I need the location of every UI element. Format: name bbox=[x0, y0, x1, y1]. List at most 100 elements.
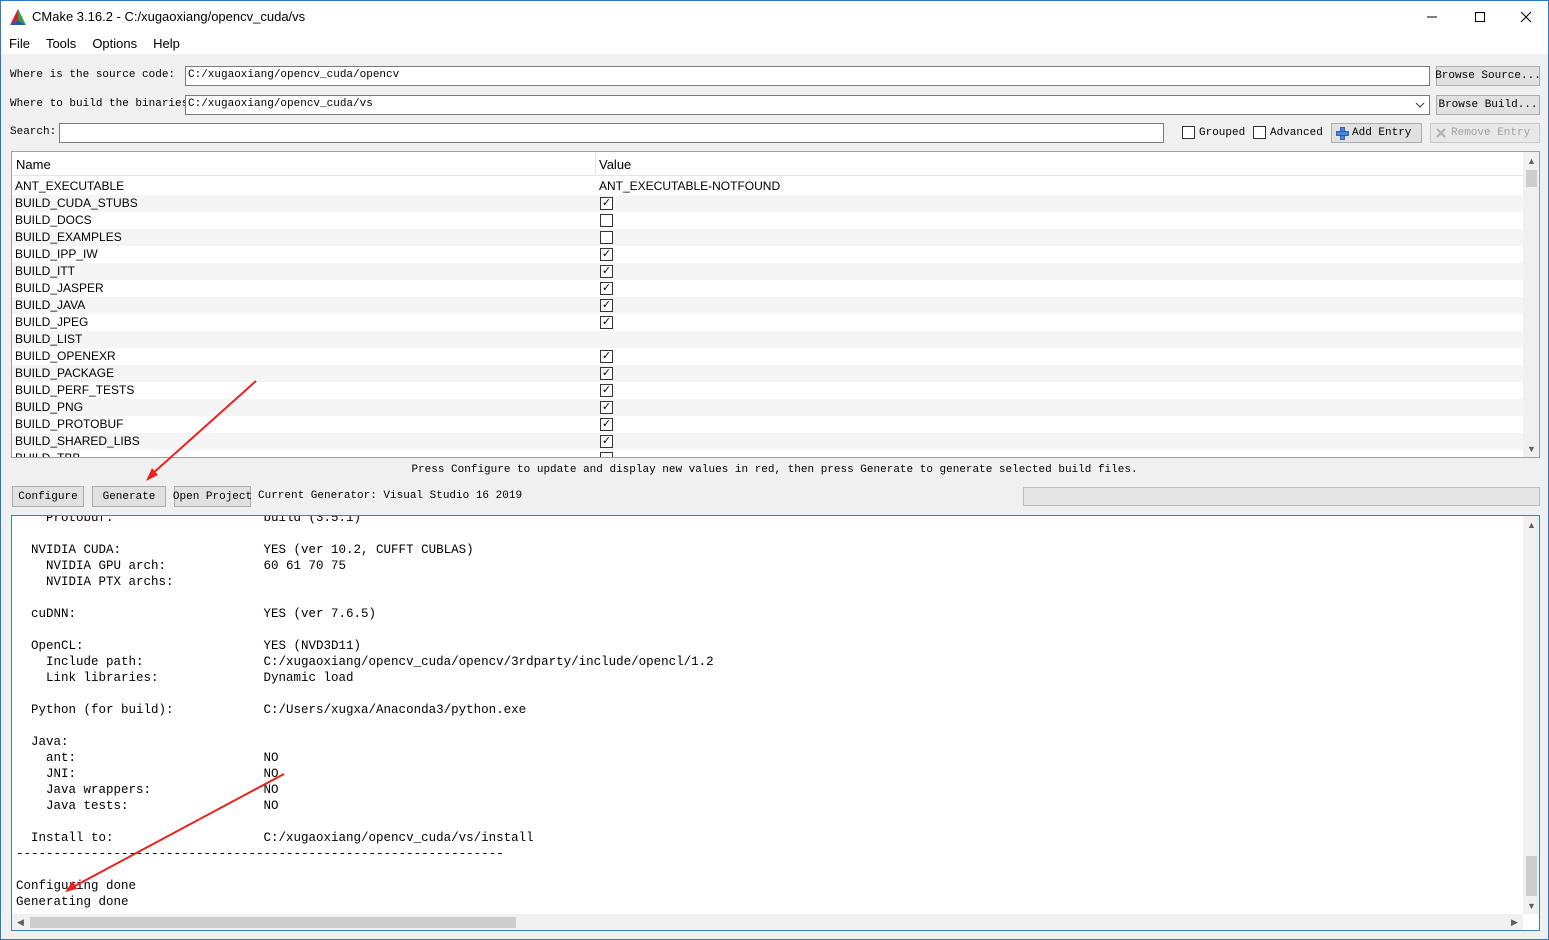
generate-button[interactable]: Generate bbox=[92, 486, 166, 507]
configure-button[interactable]: Configure bbox=[12, 486, 84, 507]
scroll-thumb[interactable] bbox=[1526, 856, 1537, 896]
scroll-up-icon[interactable]: ▲ bbox=[1523, 516, 1539, 533]
output-horizontal-scrollbar[interactable]: ◀ ▶ bbox=[12, 914, 1523, 930]
open-project-button[interactable]: Open Project bbox=[173, 486, 252, 507]
cache-entry-checkbox[interactable]: ✓ bbox=[600, 265, 613, 278]
menu-file[interactable]: File bbox=[1, 32, 38, 54]
output-log[interactable]: Protobuf: build (3.5.1) NVIDIA CUDA: YES… bbox=[11, 515, 1540, 931]
cache-entry-checkbox[interactable] bbox=[600, 452, 613, 457]
scroll-down-icon[interactable]: ▼ bbox=[1523, 897, 1539, 914]
cache-entry-name: BUILD_DOCS bbox=[15, 213, 92, 227]
advanced-checkbox-box[interactable] bbox=[1253, 126, 1266, 139]
table-row[interactable]: BUILD_LIST bbox=[12, 331, 1523, 348]
scroll-thumb[interactable] bbox=[30, 917, 516, 928]
cache-entry-checkbox[interactable]: ✓ bbox=[600, 316, 613, 329]
search-input[interactable] bbox=[59, 123, 1164, 143]
scroll-up-icon[interactable]: ▲ bbox=[1523, 152, 1539, 169]
output-vertical-scrollbar[interactable]: ▲ ▼ bbox=[1523, 516, 1539, 914]
chevron-down-icon[interactable] bbox=[1415, 101, 1425, 109]
column-divider[interactable] bbox=[595, 152, 596, 176]
cache-entry-checkbox[interactable]: ✓ bbox=[600, 350, 613, 363]
advanced-label: Advanced bbox=[1270, 126, 1323, 139]
scroll-down-icon[interactable]: ▼ bbox=[1523, 440, 1539, 457]
maximize-button[interactable] bbox=[1457, 1, 1503, 32]
cache-entry-name: BUILD_OPENEXR bbox=[15, 349, 116, 363]
table-row[interactable]: BUILD_EXAMPLES bbox=[12, 229, 1523, 246]
column-header-value[interactable]: Value bbox=[599, 157, 631, 172]
table-row[interactable]: BUILD_ITT ✓ bbox=[12, 263, 1523, 280]
plus-icon bbox=[1336, 126, 1349, 140]
cache-entry-checkbox[interactable]: ✓ bbox=[600, 299, 613, 312]
menu-tools[interactable]: Tools bbox=[38, 32, 84, 54]
table-row[interactable]: BUILD_PACKAGE ✓ bbox=[12, 365, 1523, 382]
column-header-name[interactable]: Name bbox=[16, 157, 51, 172]
cache-entry-name: BUILD_TBB bbox=[15, 451, 81, 458]
scroll-thumb[interactable] bbox=[1526, 170, 1537, 187]
cache-entry-checkbox[interactable]: ✓ bbox=[600, 401, 613, 414]
table-row[interactable]: BUILD_JAVA ✓ bbox=[12, 297, 1523, 314]
table-row[interactable]: BUILD_TBB bbox=[12, 450, 1523, 458]
build-label: Where to build the binaries: bbox=[10, 98, 195, 110]
source-path-input[interactable]: C:/xugaoxiang/opencv_cuda/opencv bbox=[185, 66, 1430, 86]
minimize-button[interactable] bbox=[1409, 1, 1455, 32]
grouped-checkbox[interactable]: Grouped bbox=[1182, 126, 1245, 139]
cache-entry-name: BUILD_JPEG bbox=[15, 315, 89, 329]
close-button[interactable] bbox=[1503, 1, 1549, 32]
table-row[interactable]: ANT_EXECUTABLE ANT_EXECUTABLE-NOTFOUND bbox=[12, 178, 1523, 195]
cmake-triangle-icon bbox=[10, 9, 26, 25]
scroll-left-icon[interactable]: ◀ bbox=[12, 914, 29, 930]
menu-help[interactable]: Help bbox=[145, 32, 188, 54]
table-row[interactable]: BUILD_JPEG ✓ bbox=[12, 314, 1523, 331]
browse-build-button[interactable]: Browse Build... bbox=[1436, 95, 1540, 115]
table-header: Name Value bbox=[12, 152, 1523, 176]
grouped-checkbox-box[interactable] bbox=[1182, 126, 1195, 139]
browse-source-button[interactable]: Browse Source... bbox=[1435, 66, 1541, 86]
cache-entry-checkbox[interactable] bbox=[600, 231, 613, 244]
add-entry-button[interactable]: Add Entry bbox=[1331, 123, 1422, 143]
menu-options[interactable]: Options bbox=[84, 32, 145, 54]
cache-entry-name: BUILD_SHARED_LIBS bbox=[15, 434, 140, 448]
cache-entry-name: BUILD_PNG bbox=[15, 400, 84, 414]
cache-entry-checkbox[interactable]: ✓ bbox=[600, 384, 613, 397]
table-row[interactable]: BUILD_IPP_IW ✓ bbox=[12, 246, 1523, 263]
build-path-value: C:/xugaoxiang/opencv_cuda/vs bbox=[188, 98, 373, 110]
current-generator-label: Current Generator: Visual Studio 16 2019 bbox=[258, 490, 523, 502]
scroll-right-icon[interactable]: ▶ bbox=[1506, 914, 1523, 930]
table-row[interactable]: BUILD_JASPER ✓ bbox=[12, 280, 1523, 297]
table-row[interactable]: BUILD_DOCS bbox=[12, 212, 1523, 229]
cache-entry-checkbox[interactable]: ✓ bbox=[600, 248, 613, 261]
table-row[interactable]: BUILD_PNG ✓ bbox=[12, 399, 1523, 416]
table-vertical-scrollbar[interactable]: ▲ ▼ bbox=[1523, 152, 1539, 457]
table-row[interactable]: BUILD_PERF_TESTS ✓ bbox=[12, 382, 1523, 399]
table-row[interactable]: BUILD_OPENEXR ✓ bbox=[12, 348, 1523, 365]
table-row[interactable]: BUILD_PROTOBUF ✓ bbox=[12, 416, 1523, 433]
remove-entry-button[interactable]: Remove Entry bbox=[1430, 123, 1540, 143]
cache-table: Name Value ANT_EXECUTABLE ANT_EXECUTABLE-… bbox=[11, 151, 1540, 458]
add-entry-label: Add Entry bbox=[1352, 127, 1412, 139]
x-icon bbox=[1436, 128, 1446, 138]
table-row[interactable]: BUILD_SHARED_LIBS ✓ bbox=[12, 433, 1523, 450]
close-icon bbox=[1520, 11, 1532, 22]
cache-entry-checkbox[interactable] bbox=[600, 214, 613, 227]
cache-entry-checkbox[interactable]: ✓ bbox=[600, 435, 613, 448]
cache-entry-name: BUILD_ITT bbox=[15, 264, 76, 278]
cache-entry-name: BUILD_JAVA bbox=[15, 298, 86, 312]
minimize-icon bbox=[1427, 16, 1437, 17]
build-path-combobox[interactable]: C:/xugaoxiang/opencv_cuda/vs bbox=[185, 95, 1430, 115]
cache-entry-name: BUILD_PROTOBUF bbox=[15, 417, 124, 431]
advanced-checkbox[interactable]: Advanced bbox=[1253, 126, 1323, 139]
status-message: Press Configure to update and display ne… bbox=[411, 464, 1138, 476]
table-row[interactable]: BUILD_CUDA_STUBS ✓ bbox=[12, 195, 1523, 212]
cache-entry-name: BUILD_PACKAGE bbox=[15, 366, 115, 380]
menu-bar: File Tools Options Help bbox=[1, 32, 1548, 54]
cache-entry-checkbox[interactable]: ✓ bbox=[600, 367, 613, 380]
cache-entry-name: BUILD_IPP_IW bbox=[15, 247, 98, 261]
cache-entry-checkbox[interactable]: ✓ bbox=[600, 197, 613, 210]
output-text: Protobuf: build (3.5.1) NVIDIA CUDA: YES… bbox=[16, 515, 714, 909]
cache-entry-value[interactable]: ANT_EXECUTABLE-NOTFOUND bbox=[599, 179, 780, 193]
grouped-label: Grouped bbox=[1199, 126, 1246, 139]
cmake-window: CMake 3.16.2 - C:/xugaoxiang/opencv_cuda… bbox=[0, 0, 1549, 940]
cache-entry-checkbox[interactable]: ✓ bbox=[600, 282, 613, 295]
cache-entry-checkbox[interactable]: ✓ bbox=[600, 418, 613, 431]
progress-bar bbox=[1023, 487, 1540, 506]
